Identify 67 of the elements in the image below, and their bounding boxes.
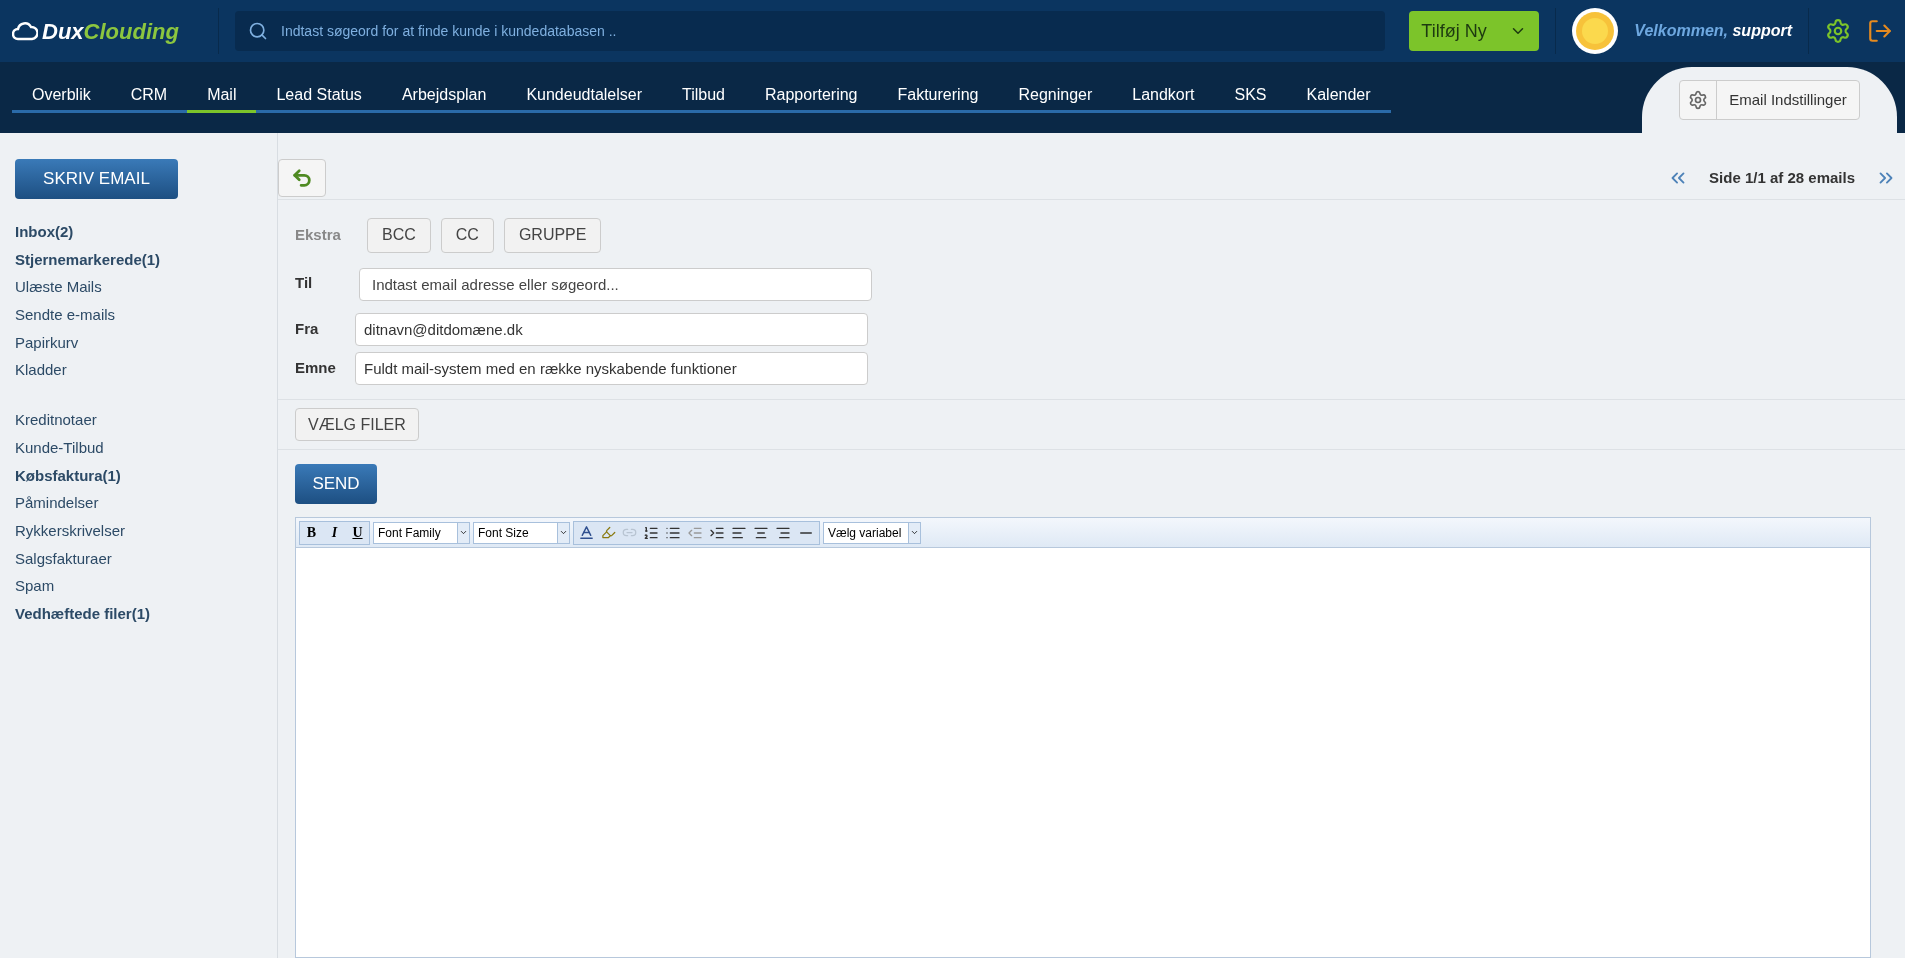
logo[interactable]: DuxClouding (12, 14, 202, 48)
folder-link[interactable]: Kladder (15, 359, 262, 388)
cloud-icon (12, 21, 38, 41)
dropdown[interactable]: Vælg variabel (823, 521, 921, 544)
nav-tab[interactable]: SKS (1214, 79, 1287, 113)
recipient-option-button[interactable]: BCC (367, 217, 431, 253)
field-label: Ekstra (295, 224, 342, 245)
nav-tab[interactable]: Regninger (998, 79, 1113, 113)
nav-tab[interactable]: Tilbud (662, 79, 745, 113)
nav-tab[interactable]: Landkort (1112, 79, 1215, 113)
compose-button[interactable]: SKRIV EMAIL (15, 159, 178, 199)
nav-tab[interactable]: Mail (187, 79, 257, 113)
text-field[interactable]: ditnavn@ditdomæne.dk (355, 313, 868, 346)
highlight-icon[interactable] (601, 525, 616, 540)
dropdown[interactable]: Font Family (373, 521, 470, 544)
folder-link[interactable]: Vedhæftede filer(1) (15, 602, 262, 631)
settings-icon[interactable] (1825, 18, 1851, 44)
folder-link[interactable]: Salgsfakturaer (15, 547, 262, 576)
folder-link[interactable]: Sendte e-mails (15, 304, 262, 332)
search-icon (248, 21, 268, 41)
folder-link[interactable]: Stjernemarkerede(1) (15, 248, 262, 277)
numbered-list-icon[interactable] (643, 524, 659, 541)
reply-arrow-icon (291, 167, 313, 189)
welcome-text: Velkommen, support (1634, 21, 1792, 41)
field-label: Til (295, 273, 314, 293)
back-button[interactable] (278, 159, 326, 197)
caret-icon[interactable] (559, 528, 568, 537)
caret-icon[interactable] (459, 528, 468, 537)
add-new-button[interactable]: Tilføj Ny (1409, 11, 1540, 51)
nav-tab[interactable]: CRM (110, 79, 188, 113)
text-field[interactable]: Fuldt mail-system med en række nyskabende funktioner (355, 352, 868, 385)
recipient-option-button[interactable]: CC (440, 217, 494, 253)
folder-link[interactable]: Spam (15, 575, 262, 603)
format-button[interactable]: B (300, 521, 323, 544)
field-label: Fra (295, 319, 320, 340)
page-info: Side 1/1 af 28 emails (1709, 167, 1855, 188)
nav-tab[interactable]: Lead Status (256, 79, 382, 113)
recipient-option-button[interactable]: GRUPPE (503, 217, 602, 253)
folder-link[interactable]: Ulæste Mails (15, 276, 262, 305)
nav-tab[interactable]: Kalender (1286, 79, 1391, 113)
folder-link[interactable]: Papirkurv (15, 331, 262, 360)
rich-text-editor[interactable]: B I U Font Family Font Size Vælg variabel (295, 517, 1871, 958)
choose-files-button[interactable]: VÆLG FILER (295, 408, 419, 441)
text-color-icon[interactable] (578, 524, 595, 541)
nav-tab[interactable]: Rapportering (745, 79, 878, 113)
logout-icon[interactable] (1867, 18, 1893, 44)
folder-link[interactable]: Kunde-Tilbud (15, 436, 262, 465)
field-label: Emne (295, 358, 337, 379)
folder-link[interactable]: Kreditnotaer (15, 409, 262, 437)
dropdown[interactable]: Font Size (473, 521, 570, 544)
text-field[interactable]: Indtast email adresse eller søgeord... (359, 268, 872, 301)
sun-avatar-icon (1572, 8, 1619, 54)
folder-link[interactable]: Påmindelser (15, 492, 262, 520)
folder-link[interactable]: Rykkerskrivelser (15, 519, 262, 548)
nav-tab[interactable]: Fakturering (877, 79, 999, 113)
gear-icon (1688, 90, 1709, 110)
format-button[interactable]: I (323, 521, 346, 544)
nav-tab[interactable]: Overblik (12, 79, 111, 113)
search-field[interactable]: Indtast søgeord for at finde kunde i kundedatabasen .. (235, 11, 1386, 51)
format-button[interactable]: U (346, 521, 369, 544)
email-settings-button[interactable]: Email Indstillinger (1679, 80, 1860, 120)
send-button[interactable]: SEND (295, 464, 377, 504)
nav-tab[interactable]: Kundeudtalelser (506, 79, 662, 113)
folder-link[interactable]: Købsfaktura(1) (15, 464, 262, 493)
folder-link[interactable]: Inbox(2) (15, 221, 262, 249)
caret-icon[interactable] (910, 528, 919, 537)
nav-tab[interactable]: Arbejdsplan (381, 79, 507, 113)
